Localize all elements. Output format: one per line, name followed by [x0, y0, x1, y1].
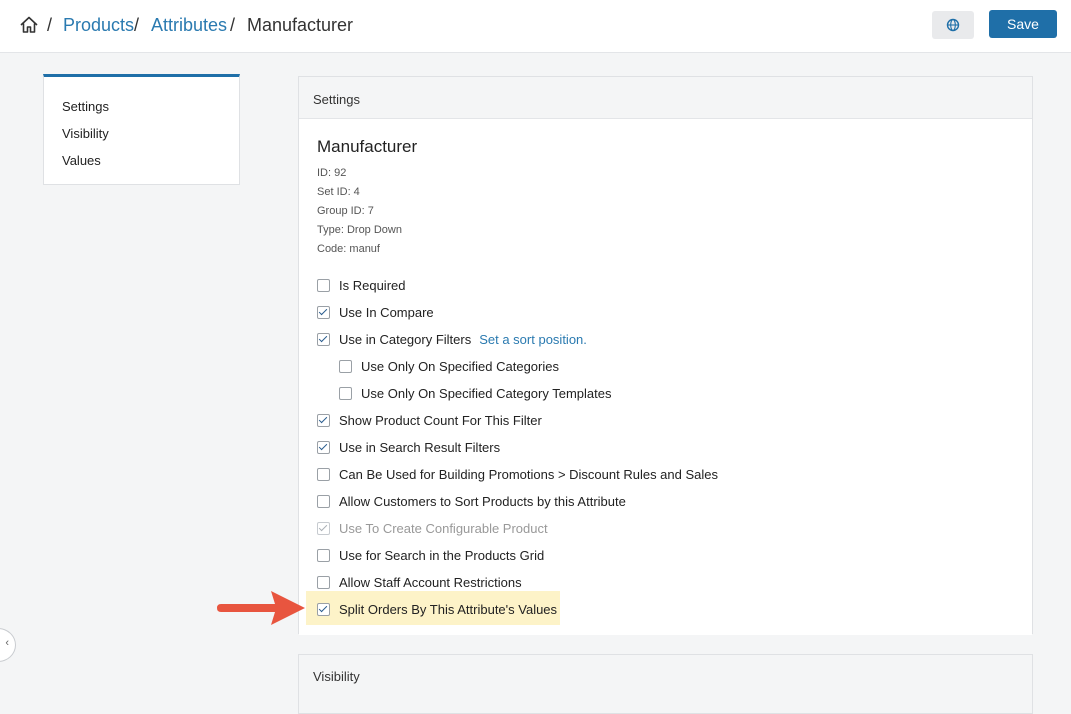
- breadcrumb-attributes-link[interactable]: Attributes: [151, 15, 227, 36]
- breadcrumb-separator: /: [47, 15, 53, 35]
- option-label: Use Only On Specified Category Templates: [361, 385, 612, 401]
- checkbox[interactable]: [317, 494, 330, 508]
- checkbox[interactable]: [317, 278, 330, 292]
- globe-icon: [946, 18, 960, 32]
- checkbox[interactable]: [317, 440, 330, 454]
- checkbox[interactable]: [339, 359, 352, 373]
- home-icon[interactable]: [19, 15, 39, 35]
- option-label: Use In Compare: [339, 304, 434, 320]
- meta-group-id: Group ID: 7: [317, 205, 374, 217]
- settings-panel-body: Manufacturer ID: 92 Set ID: 4 Group ID: …: [299, 118, 1032, 635]
- checkbox[interactable]: [317, 305, 330, 319]
- checkbox[interactable]: [339, 386, 352, 400]
- option-search-products-grid[interactable]: Use for Search in the Products Grid: [317, 546, 544, 564]
- language-button[interactable]: [932, 11, 974, 39]
- option-split-orders[interactable]: Split Orders By This Attribute's Values: [317, 600, 557, 618]
- option-configurable-product: Use To Create Configurable Product: [317, 519, 548, 537]
- checkbox[interactable]: [317, 548, 330, 562]
- option-is-required[interactable]: Is Required: [317, 276, 405, 294]
- option-label: Use in Search Result Filters: [339, 439, 501, 455]
- checkbox[interactable]: [317, 332, 330, 346]
- option-label: Use Only On Specified Categories: [361, 358, 559, 374]
- option-use-in-compare[interactable]: Use In Compare: [317, 303, 434, 321]
- settings-panel-title: Settings: [313, 92, 360, 107]
- attribute-name: Manufacturer: [317, 137, 418, 156]
- nav-item-visibility[interactable]: Visibility: [62, 126, 109, 141]
- nav-item-settings[interactable]: Settings: [62, 99, 109, 114]
- sidebar-toggle[interactable]: ‹: [0, 628, 16, 662]
- section-nav: Settings Visibility Values: [43, 74, 240, 185]
- option-show-product-count[interactable]: Show Product Count For This Filter: [317, 411, 542, 429]
- checkbox[interactable]: [317, 467, 330, 481]
- option-label: Can Be Used for Building Promotions > Di…: [339, 466, 719, 482]
- save-button[interactable]: Save: [989, 10, 1057, 38]
- option-specified-categories[interactable]: Use Only On Specified Categories: [339, 357, 559, 375]
- meta-set-id: Set ID: 4: [317, 186, 360, 198]
- option-label: Use in Category Filters: [339, 331, 472, 347]
- option-label: Allow Customers to Sort Products by this…: [339, 493, 626, 509]
- visibility-panel-title: Visibility: [313, 669, 360, 684]
- nav-item-values[interactable]: Values: [62, 153, 101, 168]
- annotation-arrow-icon: [217, 591, 305, 625]
- option-use-in-category-filters[interactable]: Use in Category Filters Set a sort posit…: [317, 330, 587, 348]
- meta-id: ID: 92: [317, 167, 347, 179]
- option-label: Use To Create Configurable Product: [339, 520, 548, 536]
- meta-type: Type: Drop Down: [317, 224, 402, 236]
- breadcrumb-current: Manufacturer: [247, 15, 354, 35]
- breadcrumb-separator: /: [230, 15, 236, 35]
- option-building-promotions[interactable]: Can Be Used for Building Promotions > Di…: [317, 465, 718, 483]
- option-label: Split Orders By This Attribute's Values: [339, 601, 558, 617]
- option-label: Allow Staff Account Restrictions: [339, 574, 522, 590]
- option-staff-restrictions[interactable]: Allow Staff Account Restrictions: [317, 573, 522, 591]
- option-label: Is Required: [339, 277, 406, 293]
- checkbox[interactable]: [317, 602, 330, 616]
- checkbox[interactable]: [317, 575, 330, 589]
- meta-code: Code: manuf: [317, 243, 380, 255]
- breadcrumb-separator: /: [134, 15, 140, 35]
- breadcrumb-products-link[interactable]: Products: [63, 15, 134, 36]
- set-sort-position-link[interactable]: Set a sort position.: [479, 332, 587, 347]
- option-specified-category-templates[interactable]: Use Only On Specified Category Templates: [339, 384, 612, 402]
- option-search-result-filters[interactable]: Use in Search Result Filters: [317, 438, 500, 456]
- visibility-panel: Visibility: [298, 654, 1033, 714]
- option-label: Show Product Count For This Filter: [339, 412, 542, 428]
- checkbox[interactable]: [317, 413, 330, 427]
- option-label: Use for Search in the Products Grid: [339, 547, 545, 563]
- option-customers-sort[interactable]: Allow Customers to Sort Products by this…: [317, 492, 626, 510]
- settings-panel: Settings Manufacturer ID: 92 Set ID: 4 G…: [298, 76, 1033, 635]
- chevron-left-icon: ‹: [5, 637, 9, 649]
- top-bar: / Products / Attributes / Manufacturer S…: [0, 0, 1071, 53]
- checkbox: [317, 521, 330, 535]
